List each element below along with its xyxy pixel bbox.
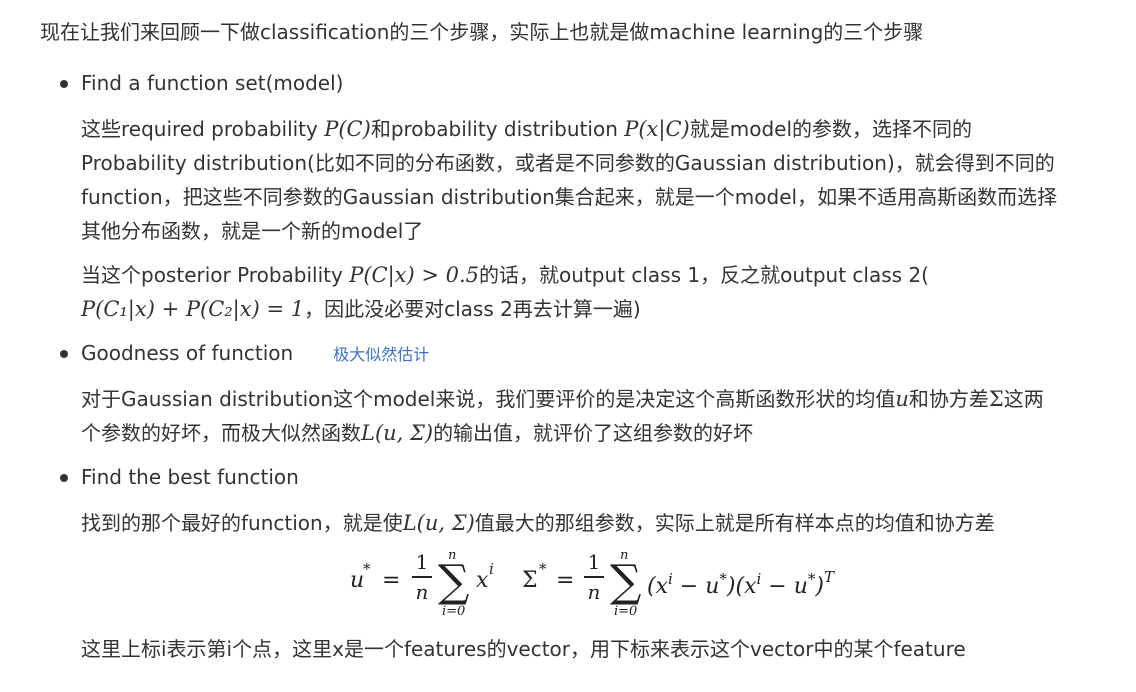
- math-p-c: P(C): [324, 117, 371, 141]
- step1-p2-line2: P(C₁|x) + P(C₂|x) = 1，因此没必要对class 2再去计算一…: [81, 292, 641, 326]
- math-p-x-given-c: P(x|C): [624, 117, 690, 141]
- text-span: 对于Gaussian distribution这个model来说，我们要评价的是…: [81, 387, 896, 411]
- term-part: ): [815, 574, 824, 599]
- text-span: 和probability distribution: [370, 117, 625, 141]
- formula-covariance-term: (xi − u*)(xi − u*)T: [647, 568, 834, 599]
- text-span: 值最大的那组参数，实际上就是所有样本点的均值和协方差: [474, 511, 995, 535]
- fraction-numerator: 1: [587, 550, 601, 574]
- fraction-denominator: n: [587, 579, 601, 604]
- formula-x: x: [476, 568, 489, 593]
- step1-p1-line3: function，把这些不同参数的Gaussian distribution集合…: [81, 185, 1058, 209]
- formula-star: *: [539, 560, 547, 578]
- term-part: )(x: [726, 574, 757, 599]
- step3-footer: 这里上标i表示第i个点，这里x是一个features的vector，用下标来表示…: [81, 637, 966, 661]
- text-span: 这些required probability: [81, 117, 325, 141]
- step1-title: Find a function set(model): [81, 71, 344, 95]
- text-span: 个参数的好坏，而极大似然函数: [81, 421, 361, 445]
- step1-p2-line1: 当这个posterior Probability P(C|x) > 0.5的话，…: [81, 258, 929, 292]
- fraction-numerator: 1: [415, 550, 429, 574]
- fraction-bar: [584, 576, 604, 578]
- text-span: ，因此没必要对class 2再去计算一遍): [304, 297, 641, 321]
- text-span: 当这个posterior Probability: [81, 263, 350, 287]
- text-span: 这两: [1003, 387, 1044, 411]
- term-part: − u: [761, 574, 808, 599]
- math-likelihood: L(u, Σ): [402, 511, 475, 535]
- bullet-dot: [60, 474, 68, 482]
- math-sum-equation: P(C₁|x) + P(C₂|x) = 1: [81, 297, 305, 321]
- formula-equals: =: [556, 568, 575, 593]
- article-page: 现在让我们来回顾一下做classification的三个步骤，实际上也就是做ma…: [0, 0, 1136, 692]
- formula-star: *: [363, 560, 371, 578]
- mle-link[interactable]: 极大似然估计: [333, 345, 429, 364]
- math-sigma: Σ: [988, 387, 1004, 411]
- formula-equals: =: [382, 568, 401, 593]
- text-span: 和协方差: [908, 387, 989, 411]
- step3-title: Find the best function: [81, 465, 299, 489]
- sum-lower-limit: i=0: [442, 604, 466, 619]
- math-likelihood: L(u, Σ): [361, 421, 434, 445]
- bullet-dot: [60, 350, 68, 358]
- step2-title: Goodness of function: [81, 341, 294, 365]
- step2-title-row: Goodness of function 极大似然估计: [81, 336, 429, 372]
- text-span: 找到的那个最好的function，就是使: [81, 511, 403, 535]
- step2-p-line1: 对于Gaussian distribution这个model来说，我们要评价的是…: [81, 382, 1044, 416]
- fraction-denominator: n: [415, 579, 429, 604]
- math-posterior: P(C|x) > 0.5: [349, 263, 480, 287]
- formula-sup-i: i: [489, 560, 494, 578]
- step1-p1-line2: Probability distribution(比如不同的分布函数，或者是不同…: [81, 151, 1055, 175]
- formula-fraction: 1 n: [584, 550, 604, 604]
- intro-paragraph: 现在让我们来回顾一下做classification的三个步骤，实际上也就是做ma…: [40, 20, 924, 44]
- sup-star: *: [719, 570, 727, 588]
- sup-transpose: T: [823, 568, 834, 586]
- term-part: − u: [672, 574, 720, 599]
- text-span: 的输出值，就评价了这组参数的好坏: [433, 421, 754, 445]
- formula-sigma: Σ: [522, 568, 538, 593]
- summation-sign: ∑: [438, 556, 470, 607]
- bullet-dot: [60, 80, 68, 88]
- step1-p1-line1: 这些required probability P(C)和probability …: [81, 112, 972, 146]
- fraction-bar: [412, 576, 432, 578]
- math-u: u: [895, 387, 909, 411]
- summation-sign: ∑: [610, 556, 642, 607]
- text-span: 就是model的参数，选择不同的: [689, 117, 973, 141]
- formula-fraction: 1 n: [412, 550, 432, 604]
- term-part: (x: [647, 574, 668, 599]
- sum-lower-limit: i=0: [614, 604, 638, 619]
- step1-p1-line4: 其他分布函数，就是一个新的model了: [81, 219, 424, 243]
- step2-p-line2: 个参数的好坏，而极大似然函数L(u, Σ)的输出值，就评价了这组参数的好坏: [81, 416, 753, 450]
- text-span: 的话，就output class 1，反之就output class 2(: [479, 263, 929, 287]
- step3-p: 找到的那个最好的function，就是使L(u, Σ)值最大的那组参数，实际上就…: [81, 506, 995, 540]
